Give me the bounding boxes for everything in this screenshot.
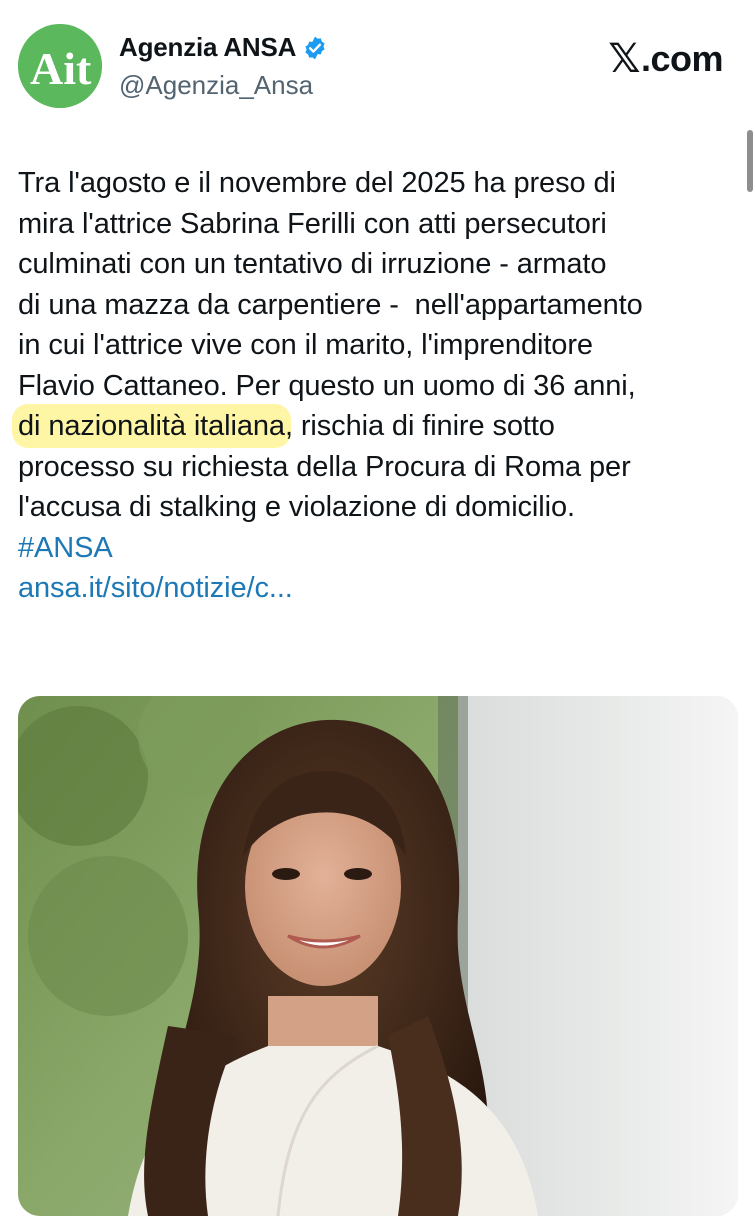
tweet-line: culminati con un tentativo di irruzione …	[18, 248, 607, 280]
tweet-line: in cui l'attrice vive con il marito, l'i…	[18, 329, 593, 361]
tweet-media-photo[interactable]	[18, 696, 738, 1216]
tweet-line: di nazionalità italiana, rischia di fini…	[18, 406, 743, 447]
x-logo[interactable]: 𝕏 .com	[608, 36, 723, 82]
scrollbar[interactable]	[747, 130, 753, 192]
tweet-line: Flavio Cattaneo. Per questo un uomo di 3…	[18, 369, 636, 402]
hashtag-link[interactable]: #ANSA	[18, 528, 743, 569]
tweet-line: Tra l'agosto e il novembre del 2025 ha p…	[18, 167, 616, 199]
verified-badge-icon	[302, 35, 328, 61]
tweet-line: mira l'attrice Sabrina Ferilli con atti …	[18, 207, 607, 240]
tweet-line-rest: , rischia di finire sotto	[284, 410, 555, 442]
tweet-text: Tra l'agosto e il novembre del 2025 ha p…	[18, 163, 743, 609]
account-handle[interactable]: @Agenzia_Ansa	[119, 70, 313, 101]
photo-illustration	[18, 696, 738, 1216]
tweet-line: di una mazza da carpentiere - nell'appar…	[18, 288, 643, 321]
x-logo-icon: 𝕏	[608, 37, 640, 81]
name-row: Agenzia ANSA	[119, 32, 328, 63]
tweet-line: processo su richiesta della Procura di R…	[18, 450, 631, 483]
tweet-header: Ait Agenzia ANSA @Agenzia_Ansa 𝕏 .com	[0, 0, 755, 130]
avatar-text: Ait	[30, 43, 92, 94]
avatar[interactable]: Ait	[18, 24, 102, 108]
display-name[interactable]: Agenzia ANSA	[119, 32, 296, 63]
article-link[interactable]: ansa.it/sito/notizie/c...	[18, 568, 743, 609]
tweet-line: l'accusa di stalking e violazione di dom…	[18, 491, 575, 523]
x-logo-domain: .com	[640, 38, 724, 79]
highlighted-phrase: di nazionalità italiana	[18, 410, 285, 442]
